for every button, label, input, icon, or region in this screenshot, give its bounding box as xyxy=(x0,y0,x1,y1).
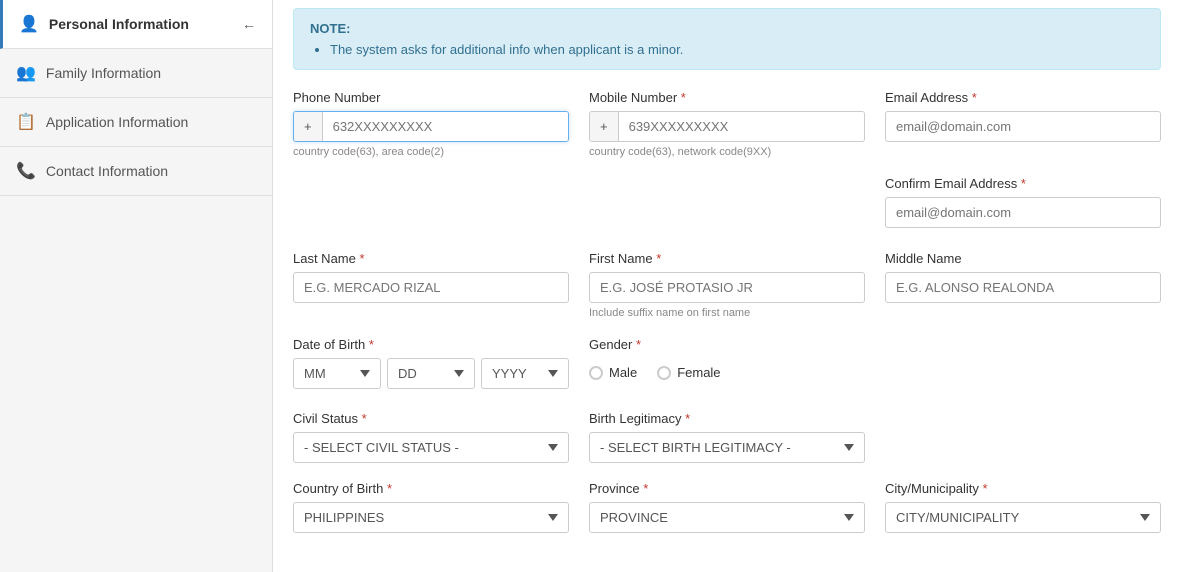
phone-hint: country code(63), area code(2) xyxy=(293,146,569,158)
province-label: Province * xyxy=(589,481,865,496)
note-item: The system asks for additional info when… xyxy=(330,42,1144,57)
country-of-birth-label: Country of Birth * xyxy=(293,481,569,496)
country-of-birth-select[interactable]: PHILIPPINES xyxy=(293,502,569,533)
gender-male-option[interactable]: Male xyxy=(589,365,637,380)
female-label: Female xyxy=(677,365,720,380)
birth-legitimacy-label: Birth Legitimacy * xyxy=(589,411,865,426)
sidebar-item-application[interactable]: 📋 Application Information xyxy=(0,98,272,147)
phone-input-wrap: + xyxy=(293,111,569,142)
city-municipality-group: City/Municipality * CITY/MUNICIPALITY xyxy=(885,481,1161,533)
email-input[interactable] xyxy=(885,111,1161,142)
mobile-number-label: Mobile Number * xyxy=(589,90,865,105)
sidebar-contact-label: Contact Information xyxy=(46,163,168,179)
gender-group: Gender * Male Female xyxy=(589,337,865,393)
country-of-birth-group: Country of Birth * PHILIPPINES xyxy=(293,481,569,533)
dob-year-select[interactable]: YYYY xyxy=(481,358,569,389)
dob-day-select[interactable]: DD xyxy=(387,358,475,389)
mobile-input[interactable] xyxy=(619,112,864,141)
female-radio-button[interactable] xyxy=(657,366,671,380)
last-name-group: Last Name * xyxy=(293,251,569,303)
main-content: NOTE: The system asks for additional inf… xyxy=(273,0,1181,572)
first-name-input[interactable] xyxy=(589,272,865,303)
civil-status-select[interactable]: - SELECT CIVIL STATUS - Single Married W… xyxy=(293,432,569,463)
confirm-email-label: Confirm Email Address * xyxy=(885,176,1161,191)
last-name-label: Last Name * xyxy=(293,251,569,266)
email-label: Email Address * xyxy=(885,90,1161,105)
back-arrow-icon: ← xyxy=(242,16,256,32)
city-municipality-label: City/Municipality * xyxy=(885,481,1161,496)
male-label: Male xyxy=(609,365,637,380)
sidebar-item-contact[interactable]: 📞 Contact Information xyxy=(0,147,272,196)
email-group: Email Address * xyxy=(885,90,1161,142)
first-name-group: First Name * Include suffix name on firs… xyxy=(589,251,865,319)
civil-status-label: Civil Status * xyxy=(293,411,569,426)
gender-female-option[interactable]: Female xyxy=(657,365,720,380)
family-icon: 👥 xyxy=(16,63,36,83)
mobile-number-group: Mobile Number * + country code(63), netw… xyxy=(589,90,865,158)
city-municipality-select[interactable]: CITY/MUNICIPALITY xyxy=(885,502,1161,533)
birth-legitimacy-select[interactable]: - SELECT BIRTH LEGITIMACY - Legitimate I… xyxy=(589,432,865,463)
form-row-dob-gender: Date of Birth * MM 010203 040506 070809 … xyxy=(293,337,1161,393)
note-title: NOTE: xyxy=(310,21,1144,36)
mobile-hint: country code(63), network code(9XX) xyxy=(589,146,865,158)
sidebar: 👤 Personal Information ← 👥 Family Inform… xyxy=(0,0,273,572)
note-box: NOTE: The system asks for additional inf… xyxy=(293,8,1161,70)
sidebar-item-family[interactable]: 👥 Family Information xyxy=(0,49,272,98)
sidebar-application-label: Application Information xyxy=(46,114,188,130)
civil-status-group: Civil Status * - SELECT CIVIL STATUS - S… xyxy=(293,411,569,463)
province-group: Province * PROVINCE xyxy=(589,481,865,533)
sidebar-family-label: Family Information xyxy=(46,65,161,81)
phone-prefix: + xyxy=(294,112,323,141)
form-row-confirm-email: Confirm Email Address * xyxy=(293,176,1161,233)
birth-legitimacy-group: Birth Legitimacy * - SELECT BIRTH LEGITI… xyxy=(589,411,865,463)
first-name-hint: Include suffix name on first name xyxy=(589,307,865,319)
sidebar-item-personal[interactable]: 👤 Personal Information ← xyxy=(0,0,272,49)
application-icon: 📋 xyxy=(16,112,36,132)
note-list: The system asks for additional info when… xyxy=(310,42,1144,57)
form-row-phones: Phone Number + country code(63), area co… xyxy=(293,90,1161,158)
last-name-input[interactable] xyxy=(293,272,569,303)
form-row-location: Country of Birth * PHILIPPINES Province … xyxy=(293,481,1161,533)
contact-icon: 📞 xyxy=(16,161,36,181)
form-row-civil-legitimacy: Civil Status * - SELECT CIVIL STATUS - S… xyxy=(293,411,1161,463)
mobile-prefix: + xyxy=(590,112,619,141)
gender-label: Gender * xyxy=(589,337,865,352)
form-row-names: Last Name * First Name * Include suffix … xyxy=(293,251,1161,319)
confirm-email-group: Confirm Email Address * xyxy=(885,176,1161,228)
first-name-label: First Name * xyxy=(589,251,865,266)
province-select[interactable]: PROVINCE xyxy=(589,502,865,533)
phone-number-label: Phone Number xyxy=(293,90,569,105)
dob-label: Date of Birth * xyxy=(293,337,569,352)
male-radio-button[interactable] xyxy=(589,366,603,380)
person-icon: 👤 xyxy=(19,14,39,34)
sidebar-personal-label: Personal Information xyxy=(49,16,189,32)
dob-group: Date of Birth * MM 010203 040506 070809 … xyxy=(293,337,569,389)
phone-input[interactable] xyxy=(323,112,568,141)
middle-name-input[interactable] xyxy=(885,272,1161,303)
dob-month-select[interactable]: MM 010203 040506 070809 101112 xyxy=(293,358,381,389)
confirm-email-input[interactable] xyxy=(885,197,1161,228)
middle-name-group: Middle Name xyxy=(885,251,1161,303)
gender-options: Male Female xyxy=(589,358,865,393)
middle-name-label: Middle Name xyxy=(885,251,1161,266)
mobile-input-wrap: + xyxy=(589,111,865,142)
date-wrap: MM 010203 040506 070809 101112 DD YYYY xyxy=(293,358,569,389)
phone-number-group: Phone Number + country code(63), area co… xyxy=(293,90,569,158)
